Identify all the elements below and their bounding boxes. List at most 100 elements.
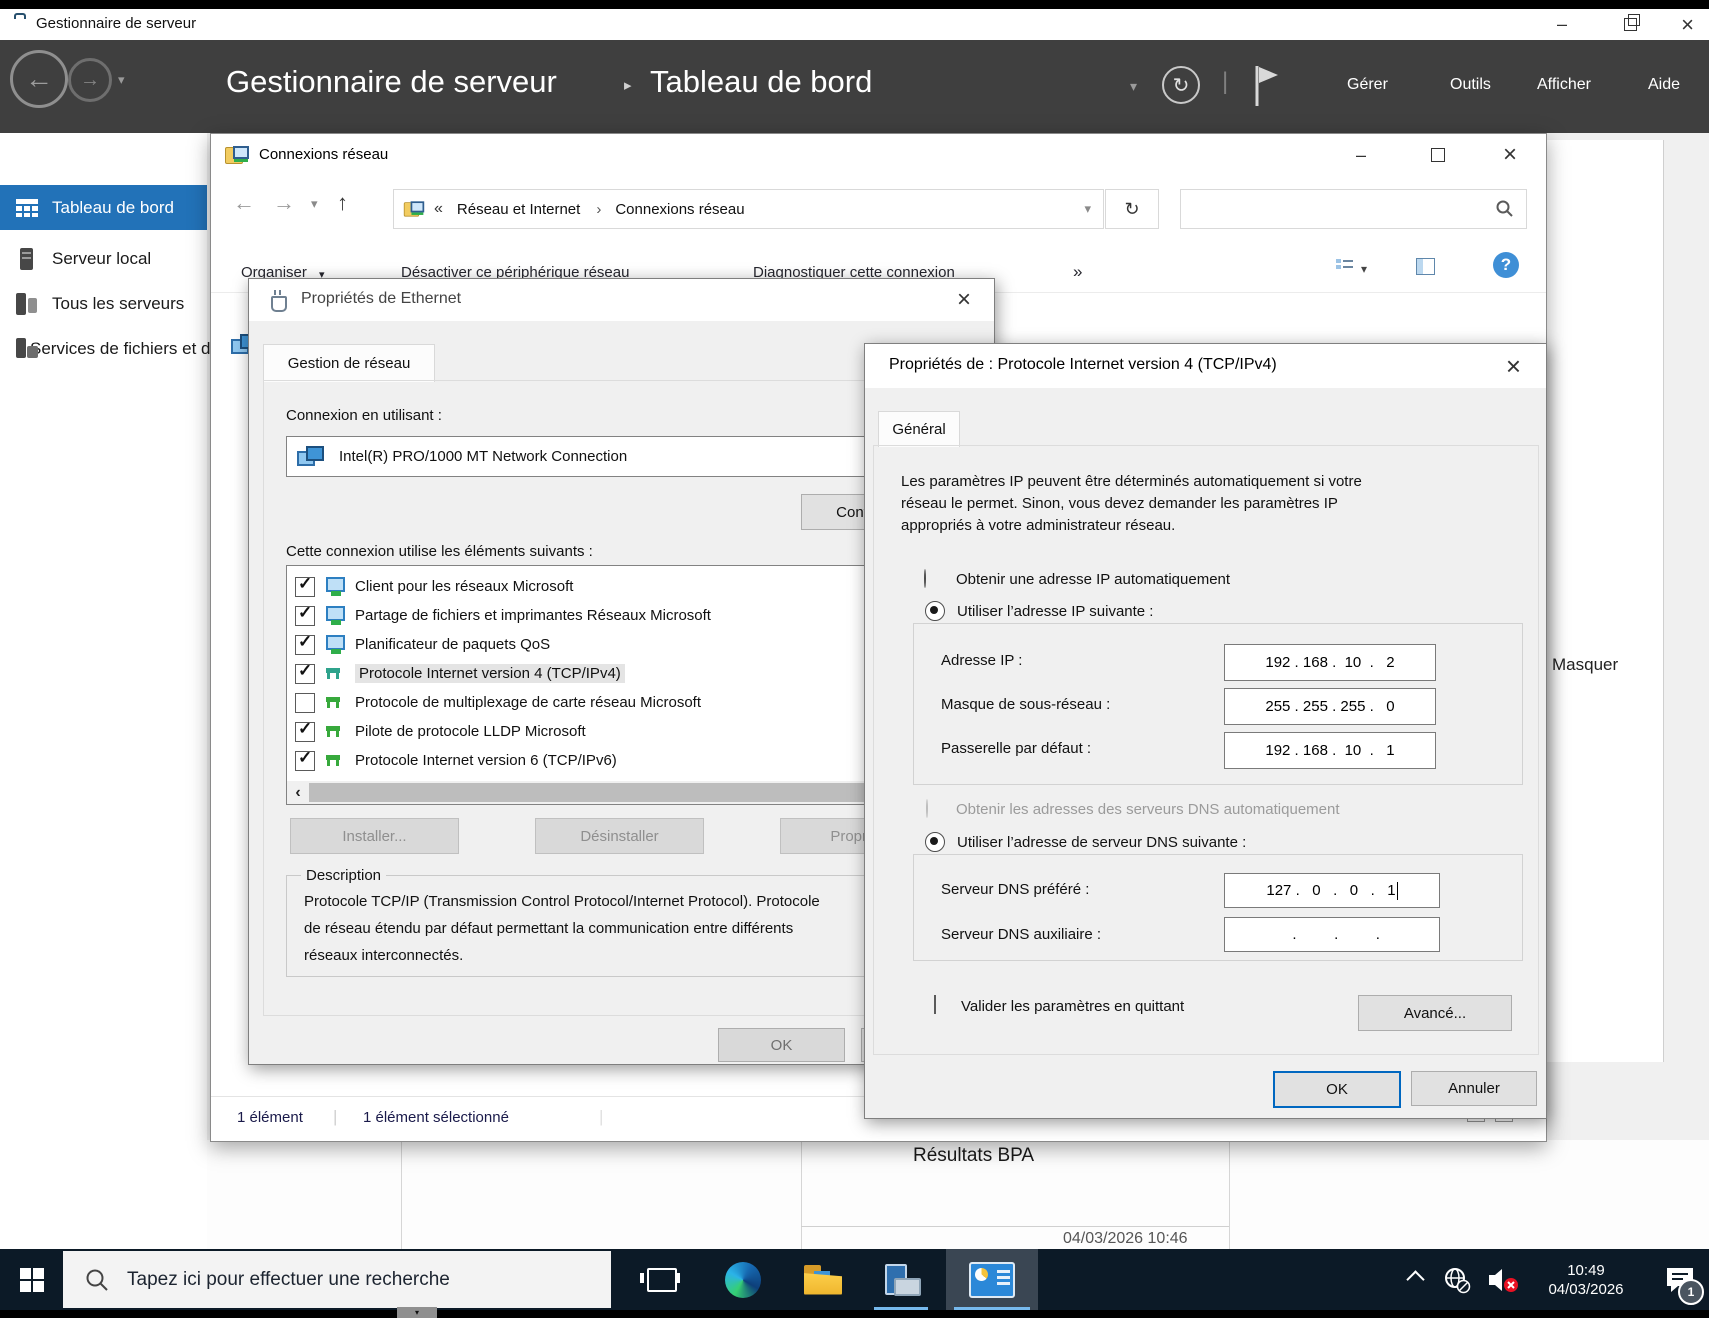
toolbar-more-icon[interactable]: » (1073, 262, 1082, 282)
ok-button[interactable]: OK (1273, 1071, 1401, 1108)
breadcrumb-network-connections[interactable]: Connexions réseau (615, 201, 744, 218)
scrollbar-thumb[interactable] (309, 783, 901, 802)
nav-history-caret-icon[interactable]: ▾ (118, 72, 125, 88)
taskbar-explorer-button[interactable] (792, 1249, 854, 1310)
action-center-button[interactable]: 1 (1650, 1249, 1709, 1310)
taskbar-control-panel-button[interactable] (946, 1249, 1038, 1310)
list-item-label: Protocole Internet version 4 (TCP/IPv4) (355, 664, 625, 683)
validate-checkbox-label[interactable]: Valider les paramètres en quittant (961, 998, 1184, 1015)
sidebar-item-all-servers[interactable]: Tous les serveurs (0, 281, 207, 326)
list-item[interactable]: Planificateur de paquets QoS (295, 630, 911, 659)
address-dropdown-icon[interactable]: ▾ (1084, 201, 1091, 217)
view-caret-icon[interactable]: ▾ (1361, 262, 1367, 276)
checkbox-checked[interactable] (295, 577, 315, 597)
menu-tools[interactable]: Outils (1450, 76, 1491, 94)
scroll-left-icon[interactable]: ‹ (287, 784, 309, 802)
alternate-dns-field[interactable]: . . . (1224, 917, 1440, 952)
sidebar-item-file-services[interactable]: Services de fichiers et de stockage (0, 326, 207, 371)
description-line: Protocole TCP/IP (Transmission Control P… (304, 893, 820, 910)
cancel-button[interactable]: Annuler (1411, 1071, 1537, 1106)
list-item[interactable]: Partage de fichiers et imprimantes Résea… (295, 601, 911, 630)
list-item[interactable]: Protocole de multiplexage de carte résea… (295, 688, 911, 717)
protocol-list: Client pour les réseaux Microsoft Partag… (286, 565, 918, 805)
sidebar-item-local-server[interactable]: Serveur local (0, 236, 207, 281)
nav-history-caret-icon[interactable]: ▾ (311, 196, 318, 212)
header-caret-icon[interactable]: ▾ (1130, 78, 1137, 95)
radio-auto-ip-label[interactable]: Obtenir une adresse IP automatiquement (956, 571, 1230, 588)
close-button[interactable]: × (1481, 344, 1546, 388)
crumb-chevrons[interactable]: « (434, 200, 443, 218)
checkbox-checked[interactable] (295, 722, 315, 742)
checkbox-checked[interactable] (295, 664, 315, 684)
restore-button[interactable] (1608, 9, 1652, 40)
horizontal-scrollbar[interactable]: ‹ (287, 781, 915, 804)
uninstall-button[interactable]: Désinstaller (535, 818, 704, 854)
subnet-mask-field[interactable]: 255 . 255 . 255 . 0 (1224, 688, 1436, 725)
bpa-column-divider (1229, 1140, 1230, 1249)
help-icon[interactable]: ? (1493, 252, 1519, 278)
checkbox-checked[interactable] (295, 606, 315, 626)
tray-volume-button[interactable] (1479, 1249, 1527, 1310)
close-button[interactable]: × (934, 279, 994, 321)
menu-help[interactable]: Aide (1648, 76, 1680, 94)
checkbox-unchecked[interactable] (295, 693, 315, 713)
search-box[interactable] (1180, 189, 1527, 229)
radio-manual-ip[interactable]: Utiliser l’adresse IP suivante : (919, 599, 1159, 623)
minimize-button[interactable]: – (1330, 134, 1392, 176)
protocol-icon (323, 666, 347, 682)
taskbar-search[interactable]: Tapez ici pour effectuer une recherche (63, 1251, 611, 1308)
tray-network-button[interactable] (1435, 1249, 1479, 1310)
menu-manage[interactable]: Gérer (1347, 76, 1388, 94)
hide-link[interactable]: Masquer (1552, 655, 1618, 675)
menu-view[interactable]: Afficher (1537, 76, 1591, 94)
maximize-button[interactable] (1407, 134, 1469, 176)
tray-show-hidden-button[interactable] (1395, 1249, 1435, 1310)
list-item-selected[interactable]: Protocole Internet version 4 (TCP/IPv4) (295, 659, 911, 688)
ok-button[interactable]: OK (718, 1028, 845, 1062)
checkbox-checked[interactable] (295, 635, 315, 655)
close-icon: × (1506, 351, 1521, 382)
install-button[interactable]: Installer... (290, 818, 459, 854)
tab-label: Gestion de réseau (288, 355, 411, 372)
back-button[interactable]: ← (10, 50, 68, 108)
scroll-down-button[interactable]: ▾ (397, 1307, 437, 1318)
minimize-button[interactable]: – (1540, 9, 1584, 40)
list-item[interactable]: Protocole Internet version 6 (TCP/IPv6) (295, 746, 911, 775)
taskbar-edge-button[interactable] (712, 1249, 774, 1310)
radio-manual-dns[interactable]: Utiliser l’adresse de serveur DNS suivan… (919, 830, 1252, 854)
notifications-flag-icon[interactable] (1252, 64, 1280, 108)
refresh-button[interactable]: ↻ (1105, 189, 1159, 229)
start-button[interactable] (0, 1249, 63, 1310)
list-item[interactable]: Pilote de protocole LLDP Microsoft (295, 717, 911, 746)
server-manager-header: ← → ▾ Gestionnaire de serveur ▸ Tableau … (0, 40, 1709, 133)
radio-auto-ip[interactable] (924, 569, 926, 588)
validate-checkbox[interactable] (934, 995, 936, 1014)
tab-general[interactable]: Général (878, 411, 960, 447)
nav-up-icon[interactable]: ↑ (337, 190, 348, 216)
ip-address-field[interactable]: 192 . 168 . 10 . 2 (1224, 644, 1436, 681)
advanced-button[interactable]: Avancé... (1358, 995, 1512, 1031)
tray-clock[interactable]: 10:49 04/03/2026 (1527, 1249, 1645, 1310)
details-view-icon[interactable] (1336, 258, 1353, 273)
task-view-button[interactable] (631, 1249, 693, 1310)
sidebar-item-dashboard[interactable]: Tableau de bord (0, 185, 207, 230)
header-divider: | (1222, 68, 1228, 96)
status-selected-count: 1 élément sélectionné (363, 1109, 509, 1126)
nav-forward-icon[interactable]: → (273, 190, 295, 216)
close-button[interactable]: × (1479, 134, 1541, 176)
address-bar[interactable]: « Réseau et Internet › Connexions réseau… (393, 189, 1104, 229)
default-gateway-label: Passerelle par défaut : (941, 740, 1091, 757)
tab-network-management[interactable]: Gestion de réseau (263, 344, 435, 382)
preferred-dns-field[interactable]: 127 . 0 . 0 . 1 (1224, 873, 1440, 908)
nav-back-icon[interactable]: ← (233, 190, 255, 216)
taskbar-server-manager-button[interactable] (866, 1249, 936, 1310)
breadcrumb-network-internet[interactable]: Réseau et Internet (457, 201, 580, 218)
default-gateway-field[interactable]: 192 . 168 . 10 . 1 (1224, 732, 1436, 769)
forward-button[interactable]: → (68, 58, 112, 102)
list-item[interactable]: Client pour les réseaux Microsoft (295, 572, 911, 601)
breadcrumb-page: Tableau de bord (650, 64, 872, 100)
checkbox-checked[interactable] (295, 751, 315, 771)
close-button[interactable]: × (1666, 9, 1709, 40)
refresh-button[interactable]: ↻ (1162, 66, 1200, 104)
preview-pane-icon[interactable] (1416, 258, 1435, 275)
